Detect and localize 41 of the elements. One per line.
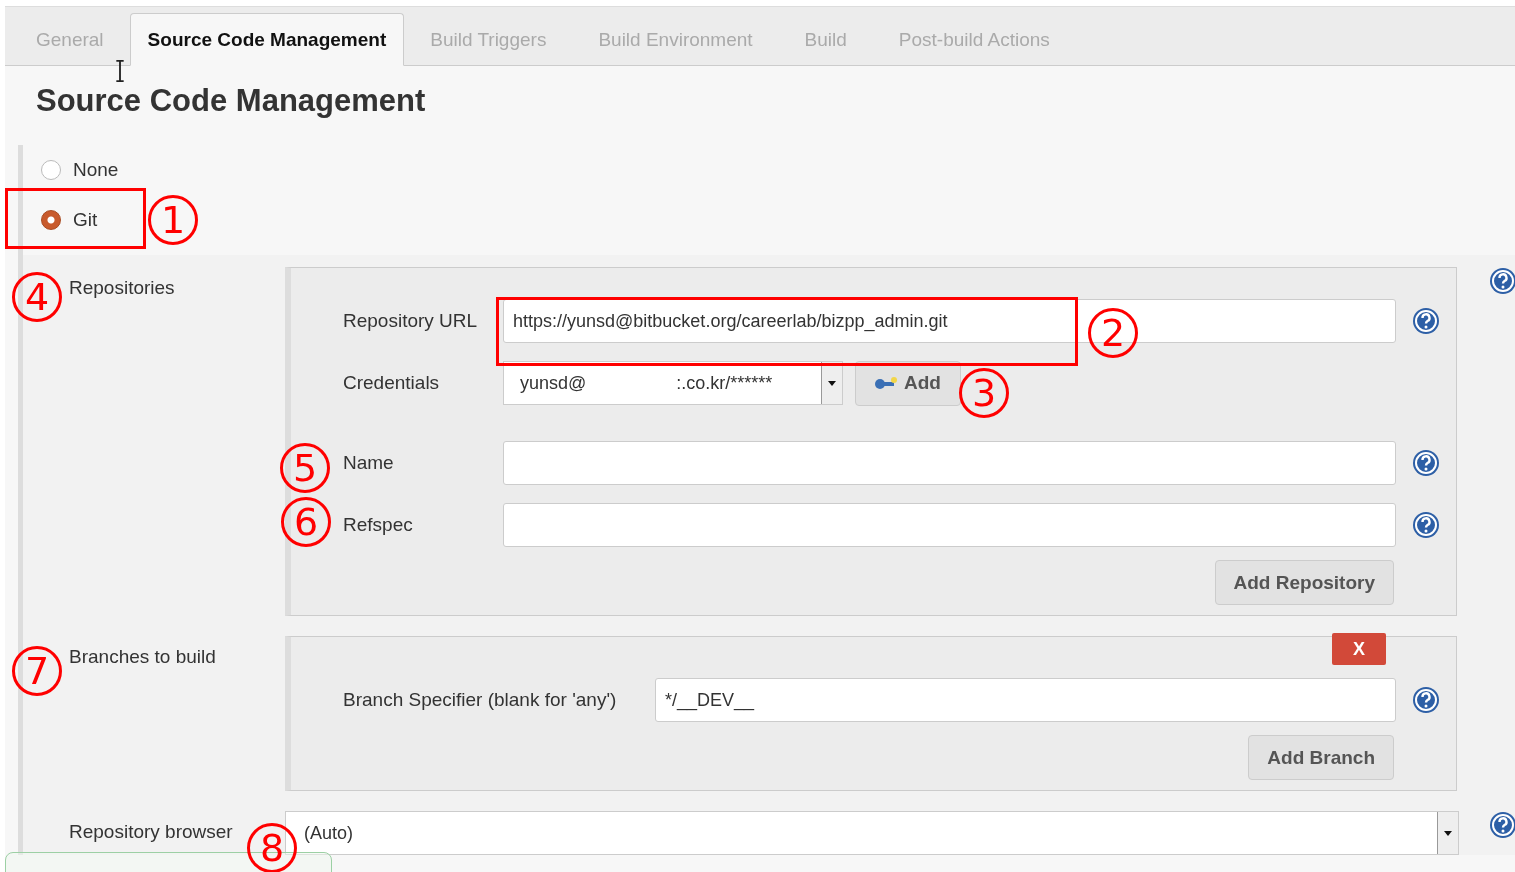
caret-icon	[1444, 830, 1452, 836]
annotation-number: 7	[12, 646, 62, 696]
radio-label: Git	[73, 209, 98, 231]
help-icon[interactable]	[1489, 811, 1515, 839]
radio-label: None	[73, 159, 119, 181]
help-icon[interactable]	[1489, 267, 1515, 295]
add-repository-button[interactable]: Add Repository	[1214, 560, 1394, 605]
annotation-number: 3	[959, 368, 1009, 418]
annotation-number: 4	[12, 272, 62, 322]
input-field[interactable]	[503, 503, 1396, 547]
text-cursor-icon	[115, 60, 125, 82]
field-label: Credentials	[343, 372, 441, 394]
add-credentials-button[interactable]: Add	[855, 360, 961, 406]
annotation-number: 1	[148, 195, 198, 245]
caret-icon	[828, 380, 836, 386]
annotation-number: 2	[1088, 308, 1138, 358]
field-label: Name	[343, 452, 395, 474]
radio-button[interactable]	[41, 160, 61, 180]
annotation-number: 6	[281, 497, 331, 547]
field-label: Branches to build	[69, 646, 216, 667]
input-field[interactable]	[503, 441, 1396, 485]
field-label: Repositories	[69, 277, 175, 298]
repository-browser-dropdown[interactable]: (Auto)	[285, 811, 1459, 855]
annotation-number: 8	[247, 823, 297, 872]
field-label: Repository URL	[343, 310, 479, 332]
field-label: Refspec	[343, 514, 414, 536]
field-label: Repository browser	[69, 821, 233, 842]
add-branch-button[interactable]: Add Branch	[1248, 735, 1394, 780]
input-field[interactable]: */__DEV__	[655, 678, 1396, 722]
help-icon[interactable]	[1412, 307, 1440, 335]
radio-button[interactable]	[41, 210, 61, 230]
tab[interactable]: Source Code Management	[129, 13, 405, 66]
credentials-dropdown[interactable]: yunsd@ :.co.kr/******	[503, 361, 843, 405]
field-label: Branch Specifier (blank for 'any')	[343, 689, 618, 711]
help-icon[interactable]	[1412, 686, 1440, 714]
annotation-number: 5	[280, 443, 330, 493]
key-icon	[874, 376, 898, 390]
help-icon[interactable]	[1412, 511, 1440, 539]
section-heading: Source Code Management	[36, 84, 426, 118]
help-icon[interactable]	[1412, 449, 1440, 477]
delete-button[interactable]: X	[1332, 633, 1386, 665]
